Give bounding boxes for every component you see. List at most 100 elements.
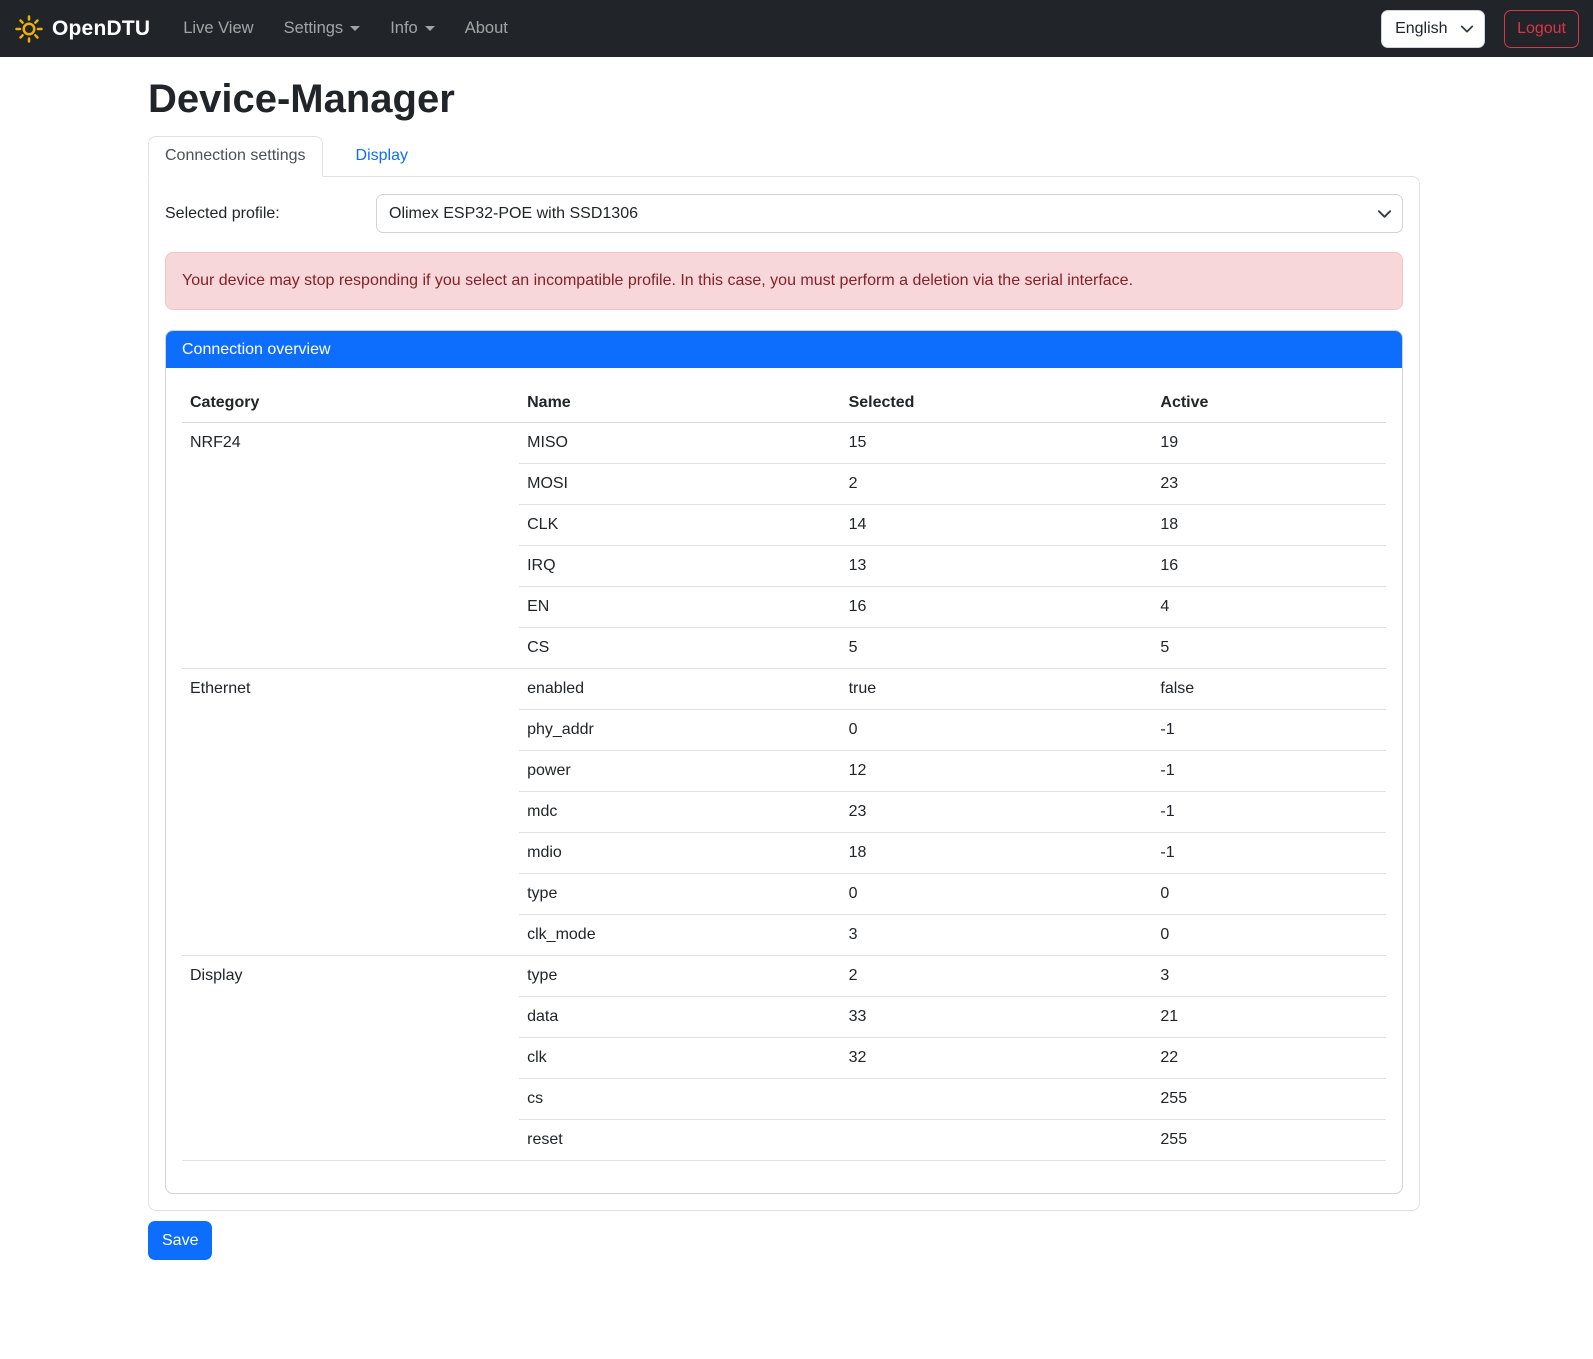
- selected-cell: 16: [841, 587, 1153, 628]
- profile-select[interactable]: Olimex ESP32-POE with SSD1306: [376, 194, 1403, 233]
- nav-item-label: Settings: [284, 19, 344, 38]
- nav-item-info[interactable]: Info: [375, 11, 450, 46]
- name-cell: cs: [519, 1079, 840, 1120]
- name-cell: CLK: [519, 505, 840, 546]
- active-cell: 19: [1152, 423, 1386, 464]
- name-cell: enabled: [519, 669, 840, 710]
- category-cell: NRF24: [182, 423, 519, 669]
- sun-icon: [14, 14, 44, 44]
- name-cell: type: [519, 956, 840, 997]
- active-cell: 4: [1152, 587, 1386, 628]
- selected-cell: 23: [841, 792, 1153, 833]
- active-cell: -1: [1152, 710, 1386, 751]
- profile-label: Selected profile:: [165, 205, 376, 223]
- nav-links: Live View Settings Info About: [168, 11, 523, 46]
- name-cell: mdio: [519, 833, 840, 874]
- main-container: Device-Manager Connection settings Displ…: [148, 75, 1420, 1260]
- nav-item-live-view[interactable]: Live View: [168, 11, 268, 46]
- active-cell: -1: [1152, 833, 1386, 874]
- column-header-category: Category: [182, 384, 519, 423]
- selected-cell: 0: [841, 874, 1153, 915]
- active-cell: 0: [1152, 874, 1386, 915]
- column-header-name: Name: [519, 384, 840, 423]
- language-select[interactable]: English: [1381, 10, 1485, 48]
- active-cell: 16: [1152, 546, 1386, 587]
- navbar-right: English Logout: [1381, 10, 1579, 48]
- selected-cell: 5: [841, 628, 1153, 669]
- active-cell: -1: [1152, 792, 1386, 833]
- name-cell: MOSI: [519, 464, 840, 505]
- card-body: Category Name Selected Active NRF24MISO1…: [166, 368, 1402, 1193]
- nav-item-label: About: [465, 19, 508, 38]
- tab-panel: Selected profile: Olimex ESP32-POE with …: [148, 176, 1420, 1211]
- active-cell: 3: [1152, 956, 1386, 997]
- category-cell: Ethernet: [182, 669, 519, 956]
- active-cell: 255: [1152, 1120, 1386, 1161]
- selected-cell: 13: [841, 546, 1153, 587]
- tab-display[interactable]: Display: [339, 136, 425, 176]
- save-button[interactable]: Save: [148, 1221, 212, 1260]
- name-cell: CS: [519, 628, 840, 669]
- selected-cell: 2: [841, 956, 1153, 997]
- brand-title: OpenDTU: [52, 17, 150, 41]
- chevron-down-icon: [350, 26, 360, 31]
- selected-cell: 14: [841, 505, 1153, 546]
- selected-cell: [841, 1120, 1153, 1161]
- name-cell: power: [519, 751, 840, 792]
- table-row: Ethernetenabledtruefalse: [182, 669, 1386, 710]
- selected-cell: 3: [841, 915, 1153, 956]
- selected-cell: 32: [841, 1038, 1153, 1079]
- name-cell: MISO: [519, 423, 840, 464]
- name-cell: reset: [519, 1120, 840, 1161]
- selected-cell: true: [841, 669, 1153, 710]
- name-cell: data: [519, 997, 840, 1038]
- name-cell: EN: [519, 587, 840, 628]
- active-cell: 21: [1152, 997, 1386, 1038]
- chevron-down-icon: [425, 26, 435, 31]
- name-cell: type: [519, 874, 840, 915]
- column-header-active: Active: [1152, 384, 1386, 423]
- page-title: Device-Manager: [148, 75, 1420, 123]
- incompatible-profile-alert: Your device may stop responding if you s…: [165, 252, 1403, 310]
- table-header-row: Category Name Selected Active: [182, 384, 1386, 423]
- nav-item-settings[interactable]: Settings: [269, 11, 376, 46]
- name-cell: mdc: [519, 792, 840, 833]
- selected-cell: 15: [841, 423, 1153, 464]
- navbar: OpenDTU Live View Settings Info About En…: [0, 0, 1593, 57]
- profile-select-wrap: Olimex ESP32-POE with SSD1306: [376, 194, 1403, 233]
- category-cell: Display: [182, 956, 519, 1161]
- name-cell: IRQ: [519, 546, 840, 587]
- active-cell: 18: [1152, 505, 1386, 546]
- card-header: Connection overview: [166, 331, 1402, 368]
- tab-bar: Connection settings Display: [148, 136, 1420, 176]
- connection-table: Category Name Selected Active NRF24MISO1…: [182, 384, 1386, 1161]
- name-cell: phy_addr: [519, 710, 840, 751]
- active-cell: 23: [1152, 464, 1386, 505]
- selected-cell: 0: [841, 710, 1153, 751]
- active-cell: 0: [1152, 915, 1386, 956]
- nav-item-label: Info: [390, 19, 418, 38]
- name-cell: clk_mode: [519, 915, 840, 956]
- selected-cell: [841, 1079, 1153, 1120]
- table-body: NRF24MISO1519MOSI223CLK1418IRQ1316EN164C…: [182, 423, 1386, 1161]
- logout-button[interactable]: Logout: [1504, 10, 1579, 48]
- selected-cell: 18: [841, 833, 1153, 874]
- profile-row: Selected profile: Olimex ESP32-POE with …: [165, 194, 1403, 233]
- connection-overview-card: Connection overview Category Name Select…: [165, 330, 1403, 1194]
- active-cell: 22: [1152, 1038, 1386, 1079]
- selected-cell: 2: [841, 464, 1153, 505]
- active-cell: 5: [1152, 628, 1386, 669]
- brand-link[interactable]: OpenDTU: [14, 14, 150, 44]
- nav-item-label: Live View: [183, 19, 253, 38]
- selected-cell: 33: [841, 997, 1153, 1038]
- column-header-selected: Selected: [841, 384, 1153, 423]
- selected-cell: 12: [841, 751, 1153, 792]
- name-cell: clk: [519, 1038, 840, 1079]
- active-cell: -1: [1152, 751, 1386, 792]
- nav-item-about[interactable]: About: [450, 11, 523, 46]
- table-row: Displaytype23: [182, 956, 1386, 997]
- language-select-wrap: English: [1381, 10, 1485, 48]
- table-row: NRF24MISO1519: [182, 423, 1386, 464]
- tab-connection-settings[interactable]: Connection settings: [148, 136, 323, 177]
- active-cell: 255: [1152, 1079, 1386, 1120]
